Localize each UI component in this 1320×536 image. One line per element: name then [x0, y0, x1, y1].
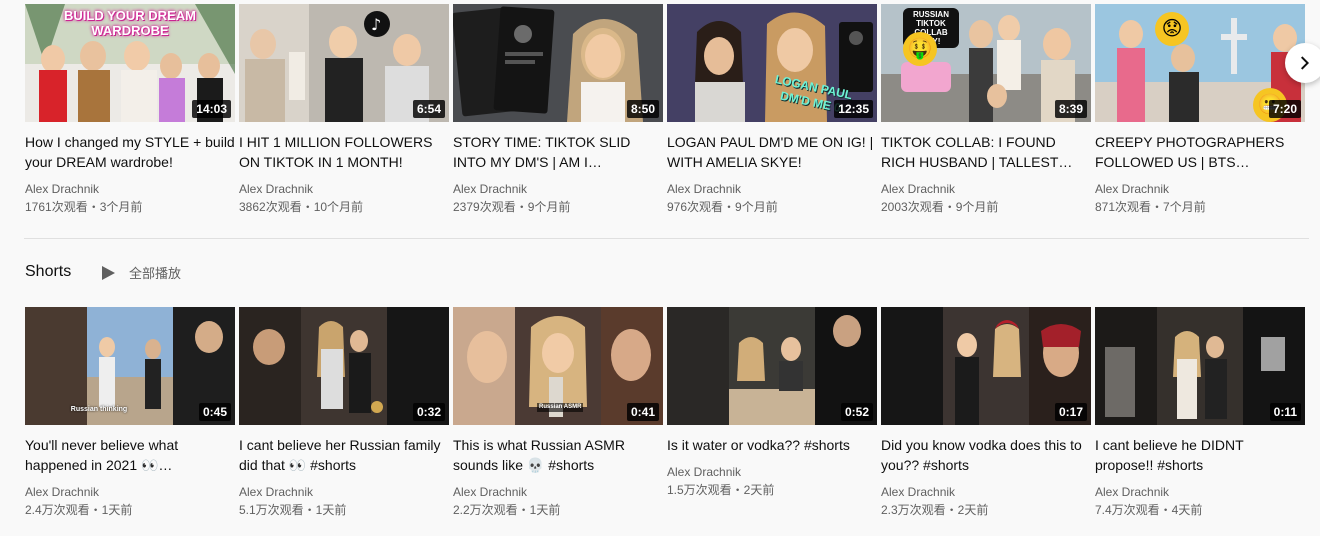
channel-name[interactable]: Alex Drachnik: [25, 483, 235, 501]
next-button[interactable]: [1285, 43, 1320, 83]
short-title[interactable]: Did you know vodka does this to you?? #s…: [881, 435, 1091, 475]
video-meta: 7.4万次观看・4天前: [1095, 503, 1203, 517]
channel-page: BUILD YOUR DREAM WARDROBE 14:03 How I ch…: [0, 0, 1320, 536]
duration-badge: 0:45: [198, 403, 231, 421]
duration-badge: 14:03: [192, 100, 231, 118]
channel-name[interactable]: Alex Drachnik: [453, 483, 663, 501]
short-thumbnail[interactable]: 0:17: [881, 307, 1091, 425]
duration-badge: 0:52: [840, 403, 873, 421]
channel-name[interactable]: Alex Drachnik: [25, 180, 235, 198]
video-meta: 2.2万次观看・1天前: [453, 503, 561, 517]
short-title[interactable]: I cant believe he DIDNT propose!! #short…: [1095, 435, 1305, 475]
short-card[interactable]: 0:11 I cant believe he DIDNT propose!! #…: [1095, 307, 1305, 519]
video-thumbnail[interactable]: BUILD YOUR DREAM WARDROBE 14:03: [25, 4, 235, 122]
duration-badge: 0:41: [626, 403, 659, 421]
short-card[interactable]: 0:17 Did you know vodka does this to you…: [881, 307, 1091, 519]
play-icon: [102, 265, 115, 280]
shelf-title[interactable]: Shorts: [25, 263, 71, 281]
short-thumbnail[interactable]: 0:11: [1095, 307, 1305, 425]
short-title[interactable]: This is what Russian ASMR sounds like 💀 …: [453, 435, 663, 475]
thumbnail-overlay-text: Russian thinking: [70, 406, 128, 413]
video-meta: 976次观看・9个月前: [667, 200, 778, 214]
video-title[interactable]: LOGAN PAUL DM'D ME ON IG! | WITH AMELIA …: [667, 132, 877, 172]
channel-name[interactable]: Alex Drachnik: [667, 180, 877, 198]
short-card[interactable]: Russian ASMR 0:41 This is what Russian A…: [453, 307, 663, 519]
channel-name[interactable]: Alex Drachnik: [881, 180, 1091, 198]
channel-name[interactable]: Alex Drachnik: [1095, 483, 1305, 501]
channel-name[interactable]: Alex Drachnik: [453, 180, 663, 198]
video-meta: 2003次观看・9个月前: [881, 200, 999, 214]
video-thumbnail[interactable]: 😟 😬 7:20: [1095, 4, 1305, 122]
duration-badge: 6:54: [412, 100, 445, 118]
short-card[interactable]: 0:52 Is it water or vodka?? #shorts Alex…: [667, 307, 877, 519]
channel-name[interactable]: Alex Drachnik: [239, 180, 449, 198]
channel-name[interactable]: Alex Drachnik: [881, 483, 1091, 501]
video-title[interactable]: STORY TIME: TIKTOK SLID INTO MY DM'S | A…: [453, 132, 663, 172]
short-thumbnail[interactable]: 0:32: [239, 307, 449, 425]
video-title[interactable]: How I changed my STYLE + build your DREA…: [25, 132, 235, 172]
play-all-button[interactable]: 全部播放: [100, 263, 181, 282]
video-meta: 2379次观看・9个月前: [453, 200, 571, 214]
short-title[interactable]: You'll never believe what happened in 20…: [25, 435, 235, 475]
duration-badge: 8:39: [1054, 100, 1087, 118]
channel-name[interactable]: Alex Drachnik: [1095, 180, 1305, 198]
play-all-label: 全部播放: [129, 266, 182, 281]
video-title[interactable]: I HIT 1 MILLION FOLLOWERS ON TIKTOK IN 1…: [239, 132, 449, 172]
shorts-row: Russian thinking 0:45 You'll never belie…: [25, 307, 1305, 519]
worried-face-icon: 😟: [1155, 12, 1189, 46]
duration-badge: 8:50: [626, 100, 659, 118]
duration-badge: 0:32: [412, 403, 445, 421]
duration-badge: 0:11: [1269, 403, 1301, 421]
chevron-right-icon: [1301, 56, 1309, 70]
video-meta: 3862次观看・10个月前: [239, 200, 364, 214]
channel-name[interactable]: Alex Drachnik: [239, 483, 449, 501]
video-meta: 1761次观看・3个月前: [25, 200, 143, 214]
video-card[interactable]: ♪ 6:54 I HIT 1 MILLION FOLLOWERS ON TIKT…: [239, 4, 449, 216]
video-title[interactable]: CREEPY PHOTOGRAPHERS FOLLOWED US | BTS…: [1095, 132, 1305, 172]
short-thumbnail[interactable]: 0:52: [667, 307, 877, 425]
video-card[interactable]: 8:50 STORY TIME: TIKTOK SLID INTO MY DM'…: [453, 4, 663, 216]
video-thumbnail[interactable]: 8:50: [453, 4, 663, 122]
duration-badge: 7:20: [1268, 100, 1301, 118]
short-card[interactable]: Russian thinking 0:45 You'll never belie…: [25, 307, 235, 519]
video-thumbnail[interactable]: RUSSIAN TIKTOK COLLAB DAY! 🤑 8:39: [881, 4, 1091, 122]
duration-badge: 0:17: [1054, 403, 1087, 421]
short-thumbnail[interactable]: Russian thinking 0:45: [25, 307, 235, 425]
video-meta: 1.5万次观看・2天前: [667, 483, 775, 497]
short-title[interactable]: I cant believe her Russian family did th…: [239, 435, 449, 475]
short-card[interactable]: 0:32 I cant believe her Russian family d…: [239, 307, 449, 519]
video-card[interactable]: BUILD YOUR DREAM WARDROBE 14:03 How I ch…: [25, 4, 235, 216]
short-title[interactable]: Is it water or vodka?? #shorts: [667, 435, 877, 455]
duration-badge: 12:35: [834, 100, 873, 118]
video-meta: 5.1万次观看・1天前: [239, 503, 347, 517]
money-face-icon: 🤑: [903, 32, 937, 66]
channel-name[interactable]: Alex Drachnik: [667, 463, 877, 481]
svg-text:♪: ♪: [371, 15, 381, 34]
video-thumbnail[interactable]: ♪ 6:54: [239, 4, 449, 122]
video-thumbnail[interactable]: LOGAN PAUL DM'D ME 0 12:35: [667, 4, 877, 122]
video-meta: 2.3万次观看・2天前: [881, 503, 989, 517]
videos-row: BUILD YOUR DREAM WARDROBE 14:03 How I ch…: [25, 4, 1305, 216]
video-card[interactable]: RUSSIAN TIKTOK COLLAB DAY! 🤑 8:39 TIKTOK…: [881, 4, 1091, 216]
video-meta: 871次观看・7个月前: [1095, 200, 1206, 214]
video-title[interactable]: TIKTOK COLLAB: I FOUND RICH HUSBAND | TA…: [881, 132, 1091, 172]
thumbnail-overlay-text: BUILD YOUR DREAM WARDROBE: [64, 8, 196, 38]
video-meta: 2.4万次观看・1天前: [25, 503, 133, 517]
short-thumbnail[interactable]: Russian ASMR 0:41: [453, 307, 663, 425]
thumbnail-overlay-text: Russian ASMR: [537, 403, 584, 412]
video-card[interactable]: 😟 😬 7:20 CREEPY PHOTOGRAPHERS FOLLOWED U…: [1095, 4, 1305, 216]
section-divider: [24, 238, 1309, 239]
video-card[interactable]: LOGAN PAUL DM'D ME 0 12:35 LOGAN PAUL DM…: [667, 4, 877, 216]
